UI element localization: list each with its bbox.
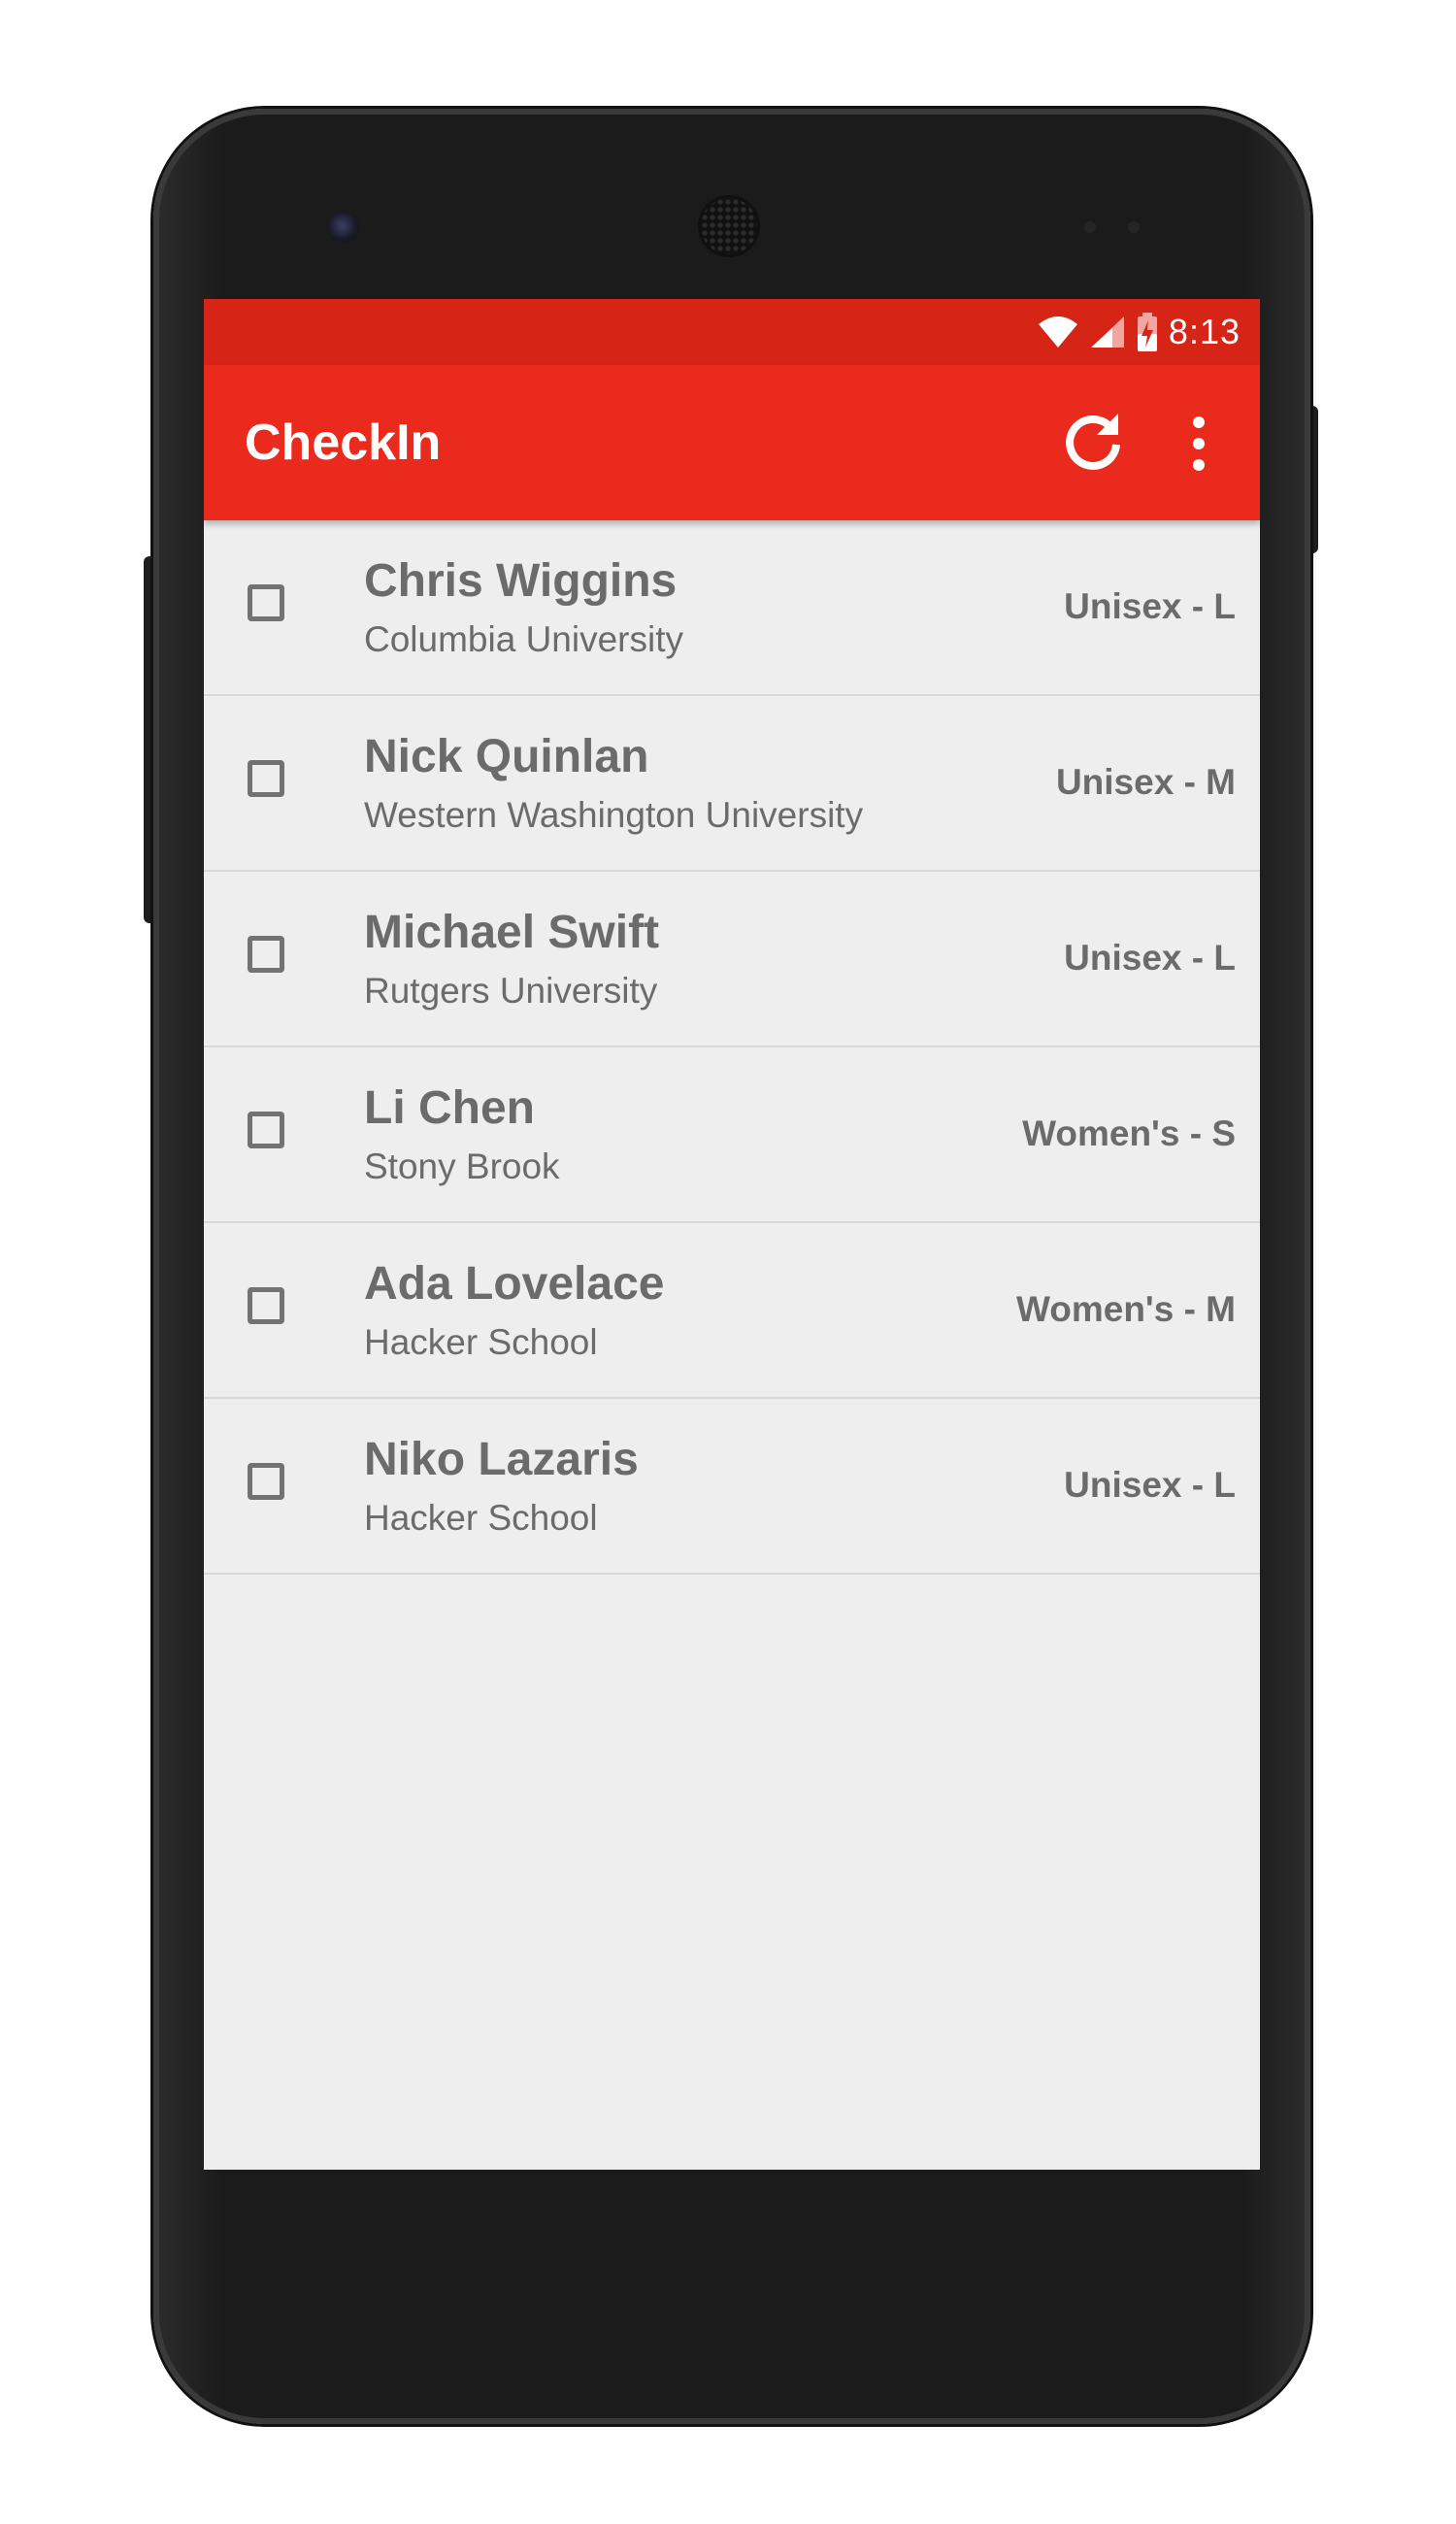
attendee-name: Ada Lovelace [364,1258,665,1310]
attendee-school: Western Washington University [364,795,864,835]
light-sensor [1128,221,1140,233]
checkbox[interactable] [248,1287,284,1324]
cell-signal-icon [1090,316,1124,348]
status-bar: 8:13 [204,299,1260,365]
checkbox[interactable] [248,1463,284,1500]
attendee-school: Stony Brook [364,1146,560,1186]
clock: 8:13 [1168,312,1241,351]
checkbox[interactable] [248,584,284,621]
app-title: CheckIn [245,415,442,471]
shirt-size: Women's - M [1015,1289,1236,1329]
checkbox[interactable] [248,1112,284,1148]
battery-icon [1137,313,1157,351]
list-item[interactable]: Ada Lovelace Hacker School Women's - M [204,1223,1260,1399]
list-item[interactable]: Chris Wiggins Columbia University Unisex… [204,520,1260,696]
refresh-icon[interactable] [1058,406,1128,476]
attendee-name: Niko Lazaris [364,1434,639,1485]
shirt-size: Unisex - L [1064,586,1236,626]
wifi-icon [1038,316,1077,348]
earpiece-speaker [701,198,757,254]
list-item[interactable]: Michael Swift Rutgers University Unisex … [204,872,1260,1047]
attendee-school: Hacker School [364,1322,598,1362]
more-vert-icon[interactable] [1184,409,1213,479]
list-item[interactable]: Niko Lazaris Hacker School Unisex - L [204,1399,1260,1575]
list-item[interactable]: Nick Quinlan Western Washington Universi… [204,696,1260,872]
attendee-name: Chris Wiggins [364,555,678,607]
shirt-size: Unisex - M [1055,762,1236,802]
shirt-size: Unisex - L [1064,938,1236,978]
checkbox[interactable] [248,936,284,973]
attendee-name: Michael Swift [364,907,660,958]
attendee-name: Li Chen [364,1082,535,1134]
list-item[interactable]: Li Chen Stony Brook Women's - S [204,1047,1260,1223]
attendee-name: Nick Quinlan [364,731,649,782]
attendee-list: Chris Wiggins Columbia University Unisex… [204,520,1260,1575]
screen: 8:13 CheckIn Chris Wiggins Columbia Univ… [204,299,1260,2170]
shirt-size: Women's - S [1022,1113,1236,1153]
checkbox[interactable] [248,760,284,797]
attendee-school: Rutgers University [364,971,658,1011]
shirt-size: Unisex - L [1064,1465,1236,1505]
attendee-school: Columbia University [364,619,683,659]
attendee-school: Hacker School [364,1498,598,1538]
app-bar: CheckIn [204,365,1260,520]
front-camera [328,212,359,243]
proximity-sensor [1084,221,1096,233]
